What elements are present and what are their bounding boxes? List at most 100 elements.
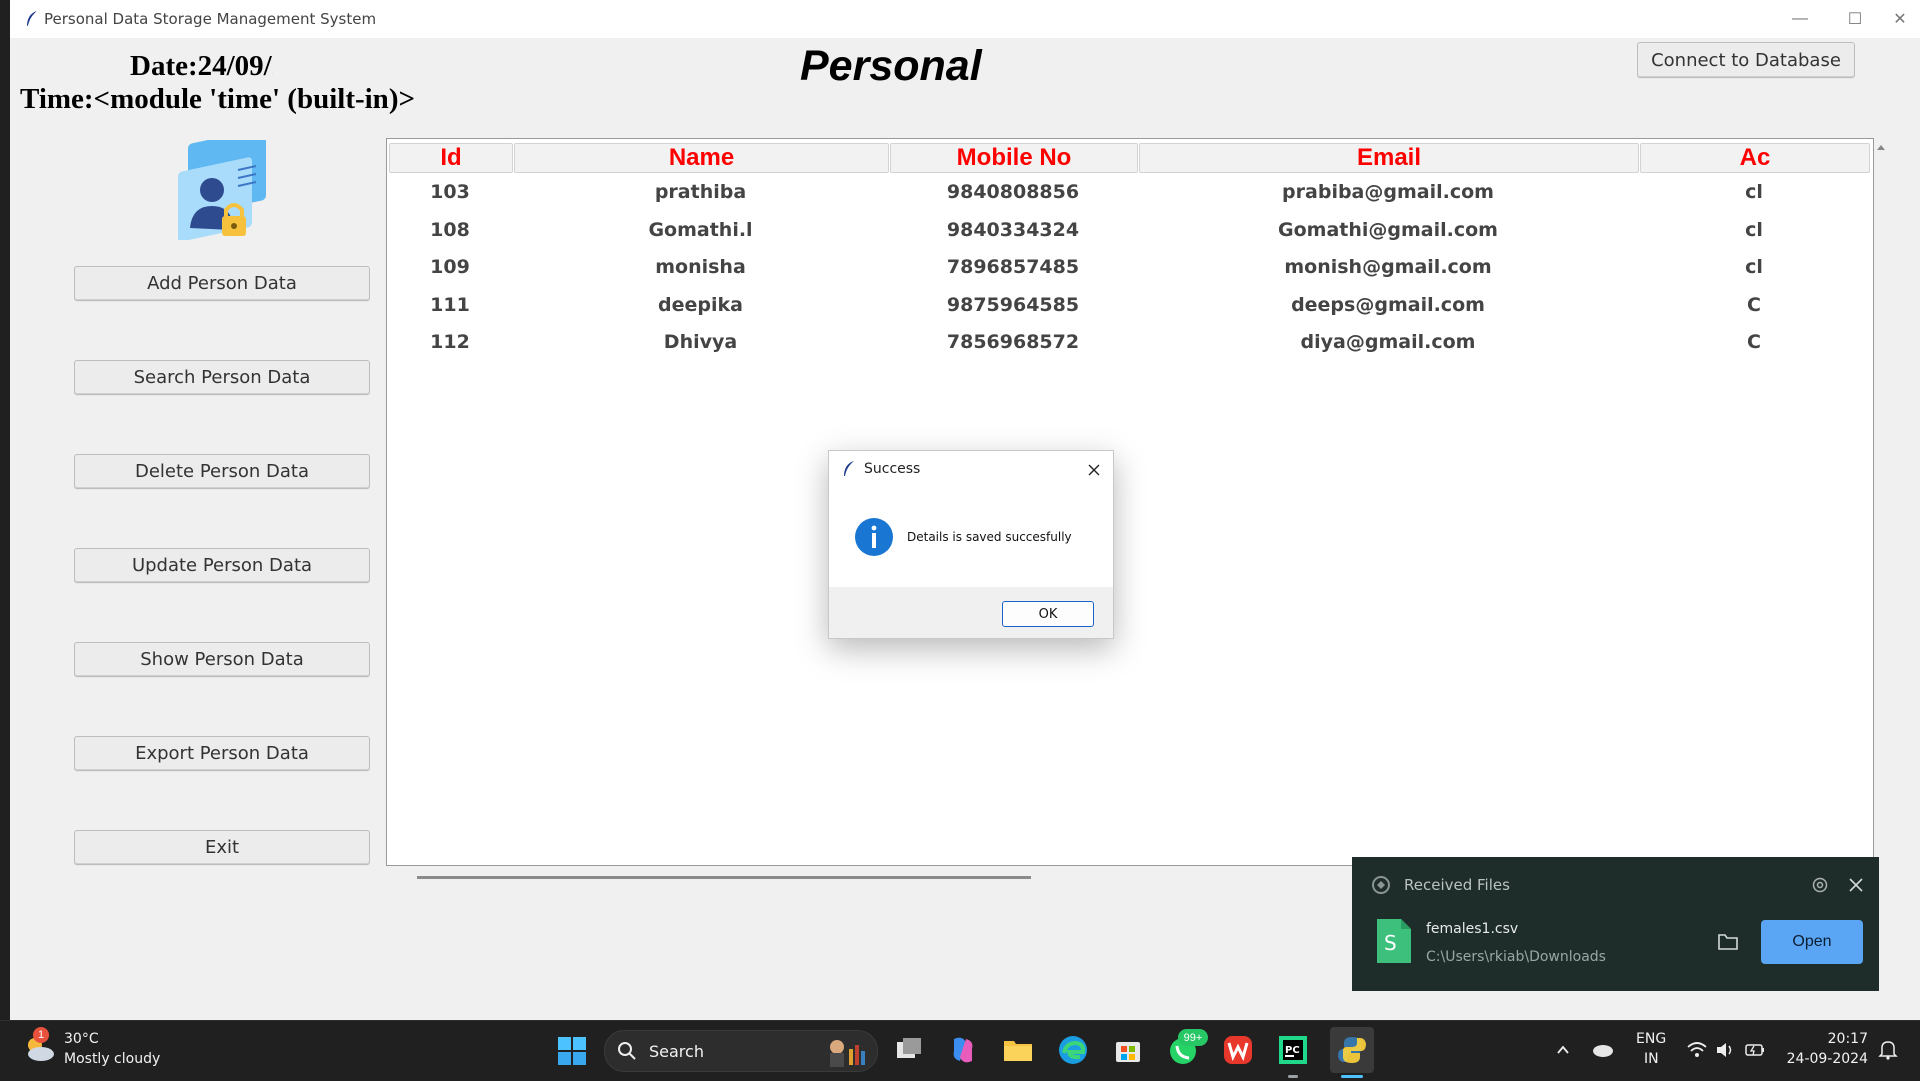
running-indicator <box>1288 1075 1298 1078</box>
show-person-data-button[interactable]: Show Person Data <box>74 642 370 677</box>
svg-text:PC: PC <box>1285 1045 1300 1056</box>
cell-email: monish@gmail.com <box>1284 256 1492 278</box>
microsoft-store-icon[interactable] <box>1111 1033 1145 1067</box>
cell-address: C <box>1747 331 1761 353</box>
svg-text:S: S <box>1384 931 1397 955</box>
task-view-icon[interactable] <box>892 1033 926 1067</box>
dialog-close-icon[interactable] <box>1086 462 1102 478</box>
volume-icon[interactable] <box>1714 1040 1736 1060</box>
cell-email: diya@gmail.com <box>1300 331 1476 353</box>
open-file-button[interactable]: Open <box>1761 920 1863 964</box>
close-window-button[interactable]: ✕ <box>1880 6 1920 32</box>
copilot-icon[interactable] <box>946 1033 980 1067</box>
windows-taskbar: 1 30°C Mostly cloudy Search 99+ PC ENG I… <box>0 1020 1920 1081</box>
page-title: Personal <box>800 42 982 90</box>
weather-description[interactable]: Mostly cloudy <box>64 1051 160 1067</box>
column-header-name[interactable]: Name <box>514 143 889 173</box>
clock-time[interactable]: 20:17 <box>1808 1031 1868 1047</box>
update-person-data-button[interactable]: Update Person Data <box>74 548 370 583</box>
dialog-message: Details is saved succesfully <box>907 530 1072 544</box>
search-highlight-icon <box>830 1040 865 1067</box>
maximize-button[interactable]: ☐ <box>1835 6 1875 32</box>
cell-address: C <box>1747 293 1761 316</box>
battery-icon[interactable] <box>1744 1040 1766 1060</box>
cell-mobile: 9875964585 <box>946 293 1080 316</box>
cell-mobile: 9840334324 <box>946 218 1080 241</box>
table-vertical-scrollbar[interactable] <box>1872 138 1890 864</box>
dialog-title: Success <box>864 461 921 477</box>
file-explorer-icon[interactable] <box>1001 1033 1035 1067</box>
column-header-mobile[interactable]: Mobile No <box>890 143 1138 173</box>
tk-feather-icon <box>844 461 854 476</box>
cell-name: monisha <box>655 256 746 278</box>
personal-data-logo-icon <box>178 140 266 240</box>
settings-gear-icon[interactable] <box>1810 875 1830 895</box>
tk-feather-icon <box>27 10 38 27</box>
folder-icon[interactable] <box>1717 932 1739 952</box>
cell-id: 112 <box>430 331 470 353</box>
chevron-up-icon[interactable] <box>1554 1041 1572 1059</box>
column-header-email[interactable]: Email <box>1139 143 1639 173</box>
weather-temperature[interactable]: 30°C <box>64 1031 99 1047</box>
wifi-icon[interactable] <box>1686 1040 1708 1060</box>
cell-mobile: 7856968572 <box>946 331 1080 353</box>
onedrive-cloud-icon[interactable] <box>1590 1039 1614 1059</box>
language-code[interactable]: ENG <box>1636 1031 1666 1047</box>
received-file-path: C:\Users\rkiab\Downloads <box>1426 949 1606 965</box>
wps-office-icon[interactable] <box>1221 1033 1255 1067</box>
date-label: Date:24/09/2024 <box>130 50 273 82</box>
cell-email: deeps@gmail.com <box>1291 293 1485 316</box>
ok-button[interactable]: OK <box>1002 601 1094 627</box>
cell-name: deepika <box>658 293 743 316</box>
connect-database-button[interactable]: Connect to Database <box>1637 42 1855 78</box>
time-label: Time:<module 'time' (built-in)> <box>20 83 415 115</box>
cell-id: 111 <box>430 293 470 316</box>
notification-bell-icon[interactable] <box>1878 1039 1898 1061</box>
search-icon <box>618 1042 636 1060</box>
export-person-data-button[interactable]: Export Person Data <box>74 736 370 771</box>
close-notification-icon[interactable] <box>1846 875 1866 895</box>
python-icon[interactable] <box>1335 1033 1369 1067</box>
app-logo-icon <box>1372 876 1390 894</box>
cell-address: cl <box>1745 256 1763 278</box>
cell-name: Gomathi.l <box>648 218 753 241</box>
title-bar[interactable]: Personal Data Storage Management System … <box>10 0 1920 38</box>
scroll-up-arrow-icon[interactable] <box>1872 138 1890 158</box>
delete-person-data-button[interactable]: Delete Person Data <box>74 454 370 489</box>
info-icon <box>855 518 893 556</box>
taskbar-search-box[interactable]: Search <box>604 1030 878 1072</box>
weather-badge: 1 <box>33 1027 49 1043</box>
received-file-name: females1.csv <box>1426 921 1519 937</box>
search-person-data-button[interactable]: Search Person Data <box>74 360 370 395</box>
cell-mobile: 9840808856 <box>946 181 1080 203</box>
cell-name: Dhivya <box>663 331 738 353</box>
cell-name: prathiba <box>654 181 747 203</box>
cell-address: cl <box>1745 218 1763 241</box>
search-label: Search <box>649 1042 704 1061</box>
edge-browser-icon[interactable] <box>1056 1033 1090 1067</box>
add-person-data-button[interactable]: Add Person Data <box>74 266 370 301</box>
success-dialog: Success Details is saved succesfully OK <box>828 450 1114 639</box>
notification-title: Received Files <box>1404 876 1510 894</box>
table-horizontal-scrollbar[interactable] <box>417 876 1031 879</box>
whatsapp-badge: 99+ <box>1178 1029 1208 1046</box>
cell-address: cl <box>1745 181 1763 203</box>
region-code[interactable]: IN <box>1644 1051 1659 1067</box>
received-files-notification: Received Files S females1.csv C:\Users\r… <box>1352 857 1879 991</box>
pycharm-icon[interactable]: PC <box>1276 1033 1310 1067</box>
person-data-table[interactable]: Id Name Mobile No Email Ac 103 prathiba 98… <box>386 138 1874 866</box>
active-indicator <box>1341 1075 1363 1078</box>
cell-email: prabiba@gmail.com <box>1282 181 1494 203</box>
clock-date[interactable]: 24-09-2024 <box>1784 1051 1868 1067</box>
exit-button[interactable]: Exit <box>74 830 370 865</box>
column-header-address[interactable]: Ac <box>1640 143 1870 173</box>
cell-id: 108 <box>430 218 470 241</box>
cell-email: Gomathi@gmail.com <box>1278 218 1498 241</box>
minimize-button[interactable]: — <box>1780 6 1820 32</box>
cell-id: 103 <box>430 181 470 203</box>
cell-mobile: 7896857485 <box>946 256 1080 278</box>
window-title: Personal Data Storage Management System <box>44 10 377 28</box>
column-header-id[interactable]: Id <box>389 143 513 173</box>
windows-start-icon[interactable] <box>556 1035 588 1067</box>
spreadsheet-file-icon: S <box>1377 919 1411 963</box>
